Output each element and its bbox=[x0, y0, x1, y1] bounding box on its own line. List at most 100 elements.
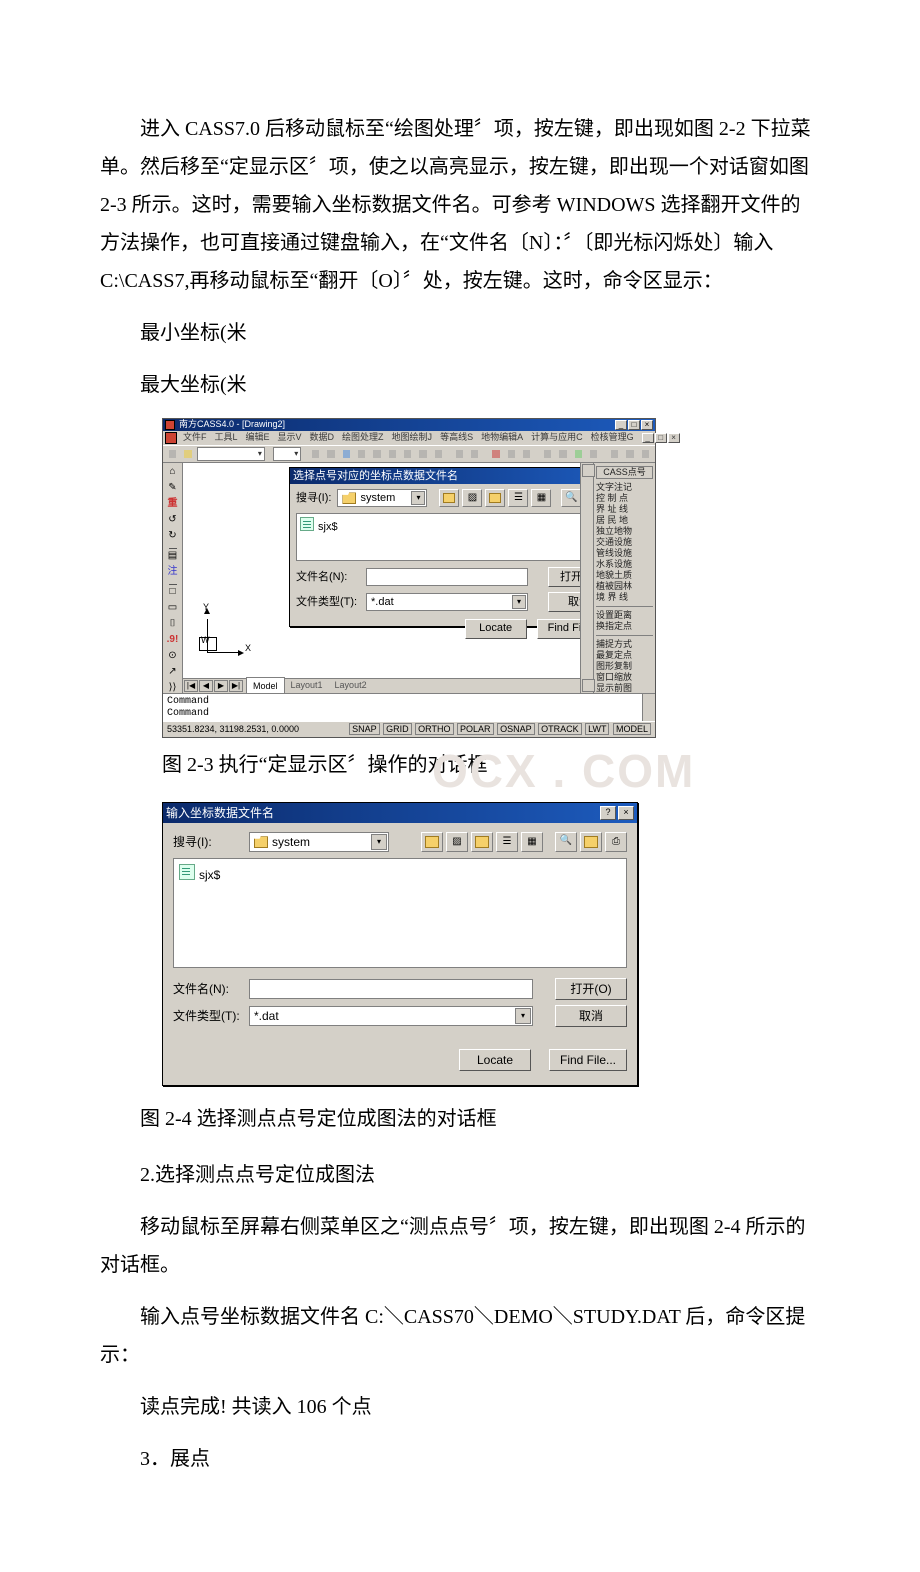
command-line[interactable]: Command Command bbox=[163, 693, 655, 721]
chevron-down-icon[interactable]: ▾ bbox=[515, 1008, 531, 1024]
status-model[interactable]: MODEL bbox=[613, 723, 651, 735]
search-button[interactable] bbox=[561, 489, 580, 507]
findfile-button[interactable]: Find File... bbox=[537, 619, 580, 639]
status-polar[interactable]: POLAR bbox=[457, 723, 494, 735]
menu-feature[interactable]: 地物编辑A bbox=[481, 429, 523, 446]
tab-layout1[interactable]: Layout1 bbox=[285, 677, 329, 693]
locate-button[interactable]: Locate bbox=[459, 1049, 531, 1071]
menu-edit[interactable]: 编辑E bbox=[246, 429, 270, 446]
panel-item[interactable]: 捕捉方式 bbox=[596, 639, 653, 650]
list-view-button[interactable]: ☰ bbox=[508, 489, 528, 507]
menu-file[interactable]: 文件F bbox=[183, 429, 207, 446]
findfile-button[interactable]: Find File... bbox=[549, 1049, 627, 1071]
open-button[interactable]: 打开(O) bbox=[548, 567, 580, 587]
tool-btn[interactable] bbox=[587, 447, 600, 461]
panel-item[interactable]: 控 制 点 bbox=[596, 493, 653, 504]
panel-item[interactable]: 窗口缩放 bbox=[596, 672, 653, 683]
panel-item[interactable]: 最复定点 bbox=[596, 650, 653, 661]
panel-item[interactable]: 交通设施 bbox=[596, 537, 653, 548]
filetype-select[interactable]: *.dat ▾ bbox=[366, 593, 528, 611]
tool-btn[interactable] bbox=[355, 447, 368, 461]
status-osnap[interactable]: OSNAP bbox=[497, 723, 535, 735]
cancel-button[interactable]: 取消 bbox=[548, 592, 580, 612]
up-folder-button[interactable] bbox=[439, 489, 459, 507]
scrollbar-vertical[interactable] bbox=[642, 694, 655, 721]
lookin-select[interactable]: system ▾ bbox=[337, 489, 427, 507]
panel-item[interactable]: 换指定点 bbox=[596, 621, 653, 632]
status-otrack[interactable]: OTRACK bbox=[538, 723, 582, 735]
tool-btn[interactable] bbox=[386, 447, 399, 461]
scrollbar-vertical[interactable] bbox=[580, 463, 593, 693]
panel-item[interactable]: 独立地物 bbox=[596, 526, 653, 537]
tool-btn[interactable] bbox=[639, 447, 652, 461]
chevron-down-icon[interactable]: ▾ bbox=[371, 834, 387, 850]
menu-data[interactable]: 数据D bbox=[310, 429, 335, 446]
tool-btn[interactable] bbox=[520, 447, 533, 461]
panel-item[interactable]: 管线设施 bbox=[596, 548, 653, 559]
locate-button[interactable]: Locate bbox=[465, 619, 527, 639]
dialog-help-button[interactable]: ? bbox=[600, 806, 616, 820]
tab-nav-prev[interactable]: ◀ bbox=[199, 680, 213, 692]
status-lwt[interactable]: LWT bbox=[585, 723, 609, 735]
panel-item[interactable]: 图形复制 bbox=[596, 661, 653, 672]
tool-btn[interactable] bbox=[340, 447, 353, 461]
left-tool[interactable]: ⌂ bbox=[166, 465, 180, 479]
tool-btn[interactable] bbox=[166, 447, 179, 461]
left-tool[interactable]: 注 bbox=[166, 565, 180, 579]
left-tool[interactable] bbox=[166, 545, 180, 547]
tool-btn[interactable] bbox=[401, 447, 414, 461]
tool-btn[interactable] bbox=[181, 447, 194, 461]
open-button[interactable]: 打开(O) bbox=[555, 978, 627, 1000]
panel-item[interactable]: 界 址 线 bbox=[596, 504, 653, 515]
tab-nav-next[interactable]: ▶ bbox=[214, 680, 228, 692]
tool-btn[interactable] bbox=[468, 447, 481, 461]
doc-max-button[interactable]: □ bbox=[655, 433, 667, 443]
left-tool[interactable]: ⌷ bbox=[166, 617, 180, 631]
tool-btn[interactable] bbox=[623, 447, 636, 461]
menu-contour[interactable]: 等高线S bbox=[440, 429, 473, 446]
menu-calc[interactable]: 计算与应用C bbox=[531, 429, 583, 446]
tool-btn[interactable] bbox=[505, 447, 518, 461]
new-folder-button[interactable] bbox=[485, 489, 505, 507]
menu-check[interactable]: 检核管理G bbox=[591, 429, 634, 446]
status-ortho[interactable]: ORTHO bbox=[415, 723, 453, 735]
panel-item[interactable]: 水系设施 bbox=[596, 559, 653, 570]
tool-button[interactable]: ⎙ bbox=[605, 832, 627, 852]
tool-btn[interactable] bbox=[489, 447, 502, 461]
fav-button[interactable] bbox=[580, 832, 602, 852]
tool-btn[interactable] bbox=[541, 447, 554, 461]
left-tool[interactable]: ⊙ bbox=[166, 649, 180, 663]
left-tool[interactable] bbox=[166, 581, 180, 583]
tool-btn[interactable] bbox=[572, 447, 585, 461]
menu-view[interactable]: 显示V bbox=[278, 429, 302, 446]
file-list[interactable]: sjx$ bbox=[173, 858, 627, 968]
status-snap[interactable]: SNAP bbox=[349, 723, 380, 735]
color-dropdown[interactable] bbox=[273, 447, 302, 461]
left-tool[interactable]: ✎ bbox=[166, 481, 180, 495]
tab-layout2[interactable]: Layout2 bbox=[329, 677, 373, 693]
left-tool[interactable]: ▤ bbox=[166, 549, 180, 563]
layer-dropdown[interactable] bbox=[197, 447, 265, 461]
file-list[interactable]: sjx$ bbox=[296, 513, 580, 561]
menu-mapdraw[interactable]: 地图绘制J bbox=[392, 429, 433, 446]
filetype-select[interactable]: *.dat ▾ bbox=[249, 1006, 533, 1026]
status-grid[interactable]: GRID bbox=[383, 723, 412, 735]
tab-nav-last[interactable]: ▶| bbox=[229, 680, 243, 692]
list-view-button[interactable]: ☰ bbox=[496, 832, 518, 852]
tool-btn[interactable] bbox=[324, 447, 337, 461]
tab-model[interactable]: Model bbox=[246, 677, 285, 693]
file-item[interactable]: sjx$ bbox=[199, 864, 220, 887]
tool-btn[interactable] bbox=[432, 447, 445, 461]
chevron-down-icon[interactable]: ▾ bbox=[411, 491, 425, 505]
panel-item[interactable]: 地貌土质 bbox=[596, 570, 653, 581]
file-item[interactable]: sjx$ bbox=[318, 517, 338, 538]
left-tool[interactable]: 重 bbox=[166, 497, 180, 511]
panel-item[interactable]: 设置距离 bbox=[596, 610, 653, 621]
menu-tools[interactable]: 工具L bbox=[215, 429, 238, 446]
tool-btn[interactable] bbox=[608, 447, 621, 461]
left-tool[interactable]: ↗ bbox=[166, 665, 180, 679]
left-tool[interactable]: □ bbox=[166, 585, 180, 599]
up-folder-button[interactable] bbox=[421, 832, 443, 852]
filename-input[interactable] bbox=[366, 568, 528, 586]
desktop-button[interactable]: ▨ bbox=[462, 489, 482, 507]
